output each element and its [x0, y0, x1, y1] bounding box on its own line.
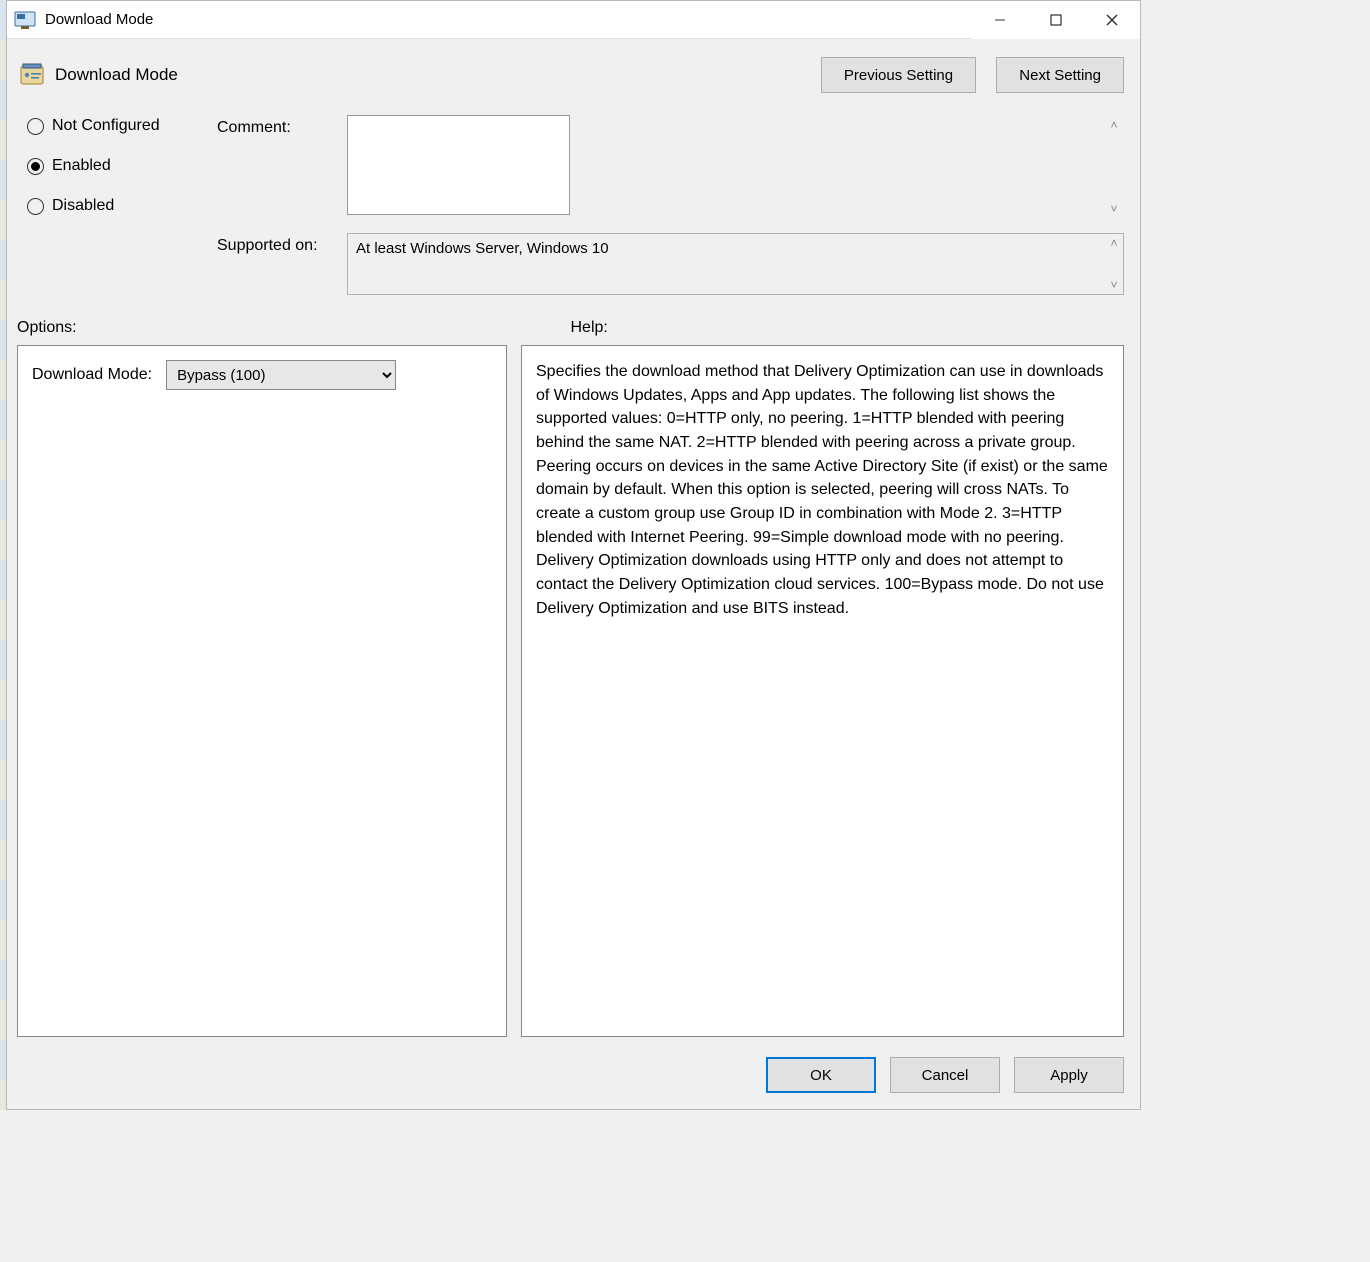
policy-header: Download Mode Previous Setting Next Sett…: [7, 39, 1140, 103]
apply-button[interactable]: Apply: [1014, 1057, 1124, 1093]
comment-label: Comment:: [217, 115, 347, 137]
dialog-footer: OK Cancel Apply: [7, 1037, 1140, 1109]
comment-input[interactable]: [347, 115, 570, 215]
maximize-button[interactable]: [1028, 1, 1084, 39]
radio-icon: [27, 158, 44, 175]
close-button[interactable]: [1084, 1, 1140, 39]
help-text: Specifies the download method that Deliv…: [536, 363, 1108, 617]
minimize-button[interactable]: [972, 1, 1028, 39]
cancel-button[interactable]: Cancel: [890, 1057, 1000, 1093]
policy-icon: [19, 62, 45, 88]
chevron-down-icon: ˅: [1106, 201, 1122, 217]
radio-label: Disabled: [52, 197, 114, 215]
app-icon: [13, 8, 37, 32]
supported-on-value: At least Windows Server, Windows 10: [347, 233, 1124, 295]
previous-setting-button[interactable]: Previous Setting: [821, 57, 976, 93]
radio-enabled[interactable]: Enabled: [27, 157, 217, 175]
download-mode-option-label: Download Mode:: [32, 363, 152, 387]
next-setting-button[interactable]: Next Setting: [996, 57, 1124, 93]
chevron-up-icon: ˄: [1106, 117, 1122, 133]
download-mode-select[interactable]: Bypass (100): [166, 360, 396, 390]
radio-label: Enabled: [52, 157, 111, 175]
policy-editor-window: Download Mode Download Mode Pr: [6, 0, 1141, 1110]
radio-disabled[interactable]: Disabled: [27, 197, 217, 215]
radio-icon: [27, 198, 44, 215]
help-pane: Specifies the download method that Deliv…: [521, 345, 1124, 1037]
options-pane: Download Mode: Bypass (100): [17, 345, 507, 1037]
options-heading: Options:: [17, 319, 571, 337]
state-radio-group: Not Configured Enabled Disabled: [27, 115, 217, 309]
radio-label: Not Configured: [52, 117, 160, 135]
radio-not-configured[interactable]: Not Configured: [27, 117, 217, 135]
titlebar: Download Mode: [7, 1, 1140, 39]
ok-button[interactable]: OK: [766, 1057, 876, 1093]
window-title: Download Mode: [45, 11, 972, 28]
help-heading: Help:: [571, 319, 1125, 337]
supported-on-label: Supported on:: [217, 233, 347, 255]
radio-icon: [27, 118, 44, 135]
policy-title: Download Mode: [55, 65, 805, 85]
